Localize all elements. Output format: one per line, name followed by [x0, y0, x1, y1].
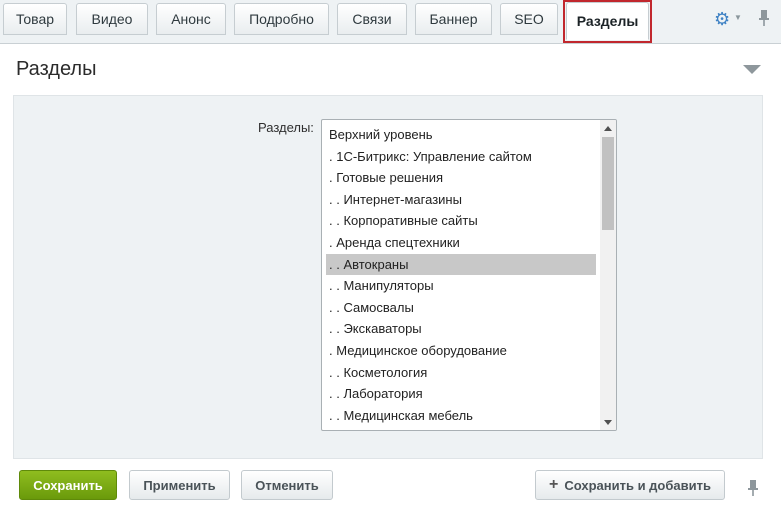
collapse-arrow-icon[interactable] — [743, 65, 761, 74]
tab-banner[interactable]: Баннер — [415, 3, 492, 35]
tab-announce[interactable]: Анонс — [156, 3, 226, 35]
list-item[interactable]: . . Экскаваторы — [326, 318, 596, 340]
tab-seo[interactable]: SEO — [500, 3, 558, 35]
list-item[interactable]: . . Лаборатория — [326, 383, 596, 405]
list-item[interactable]: . . Косметология — [326, 362, 596, 384]
tab-bar: Товар Видео Анонс Подробно Связи Баннер … — [0, 0, 781, 44]
tab-video[interactable]: Видео — [76, 3, 148, 35]
sections-multiselect[interactable]: Верхний уровень. 1С-Битрикс: Управление … — [321, 119, 617, 431]
scrollbar-thumb[interactable] — [602, 137, 614, 230]
cancel-button[interactable]: Отменить — [241, 470, 333, 500]
apply-button[interactable]: Применить — [129, 470, 230, 500]
list-item[interactable]: . . Автокраны — [326, 253, 596, 276]
sections-option-list: Верхний уровень. 1С-Битрикс: Управление … — [326, 124, 596, 426]
list-item[interactable]: . . Самосвалы — [326, 297, 596, 319]
list-item[interactable]: Верхний уровень — [326, 124, 596, 146]
save-button[interactable]: Сохранить — [19, 470, 117, 500]
list-item[interactable]: . . Манипуляторы — [326, 275, 596, 297]
pin-icon[interactable] — [757, 9, 771, 27]
tab-sections[interactable]: Разделы — [566, 2, 649, 40]
sections-field-label: Разделы: — [258, 120, 314, 135]
scroll-up-arrow-icon[interactable] — [600, 120, 616, 136]
section-title: Разделы — [16, 58, 97, 80]
gear-icon[interactable]: ⚙ — [714, 9, 736, 29]
scroll-down-arrow-icon[interactable] — [600, 414, 616, 430]
list-item[interactable]: . Готовые решения — [326, 167, 596, 189]
list-item[interactable]: . . Интернет-магазины — [326, 189, 596, 211]
tab-product[interactable]: Товар — [3, 3, 67, 35]
tab-details[interactable]: Подробно — [234, 3, 329, 35]
list-item[interactable]: . 1С-Битрикс: Управление сайтом — [326, 146, 596, 168]
pin-icon[interactable] — [746, 479, 760, 497]
tab-links[interactable]: Связи — [337, 3, 407, 35]
save-and-add-label: Сохранить и добавить — [564, 477, 711, 493]
list-item[interactable]: . . Корпоративные сайты — [326, 210, 596, 232]
save-and-add-button[interactable]: + Сохранить и добавить — [535, 470, 725, 500]
list-item[interactable]: . Медицинское оборудование — [326, 340, 596, 362]
scrollbar[interactable] — [600, 120, 616, 430]
list-item[interactable]: . Аренда спецтехники — [326, 232, 596, 254]
plus-icon: + — [549, 476, 559, 493]
chevron-down-icon[interactable]: ▼ — [734, 13, 742, 22]
list-item[interactable]: . . Медицинская мебель — [326, 405, 596, 427]
